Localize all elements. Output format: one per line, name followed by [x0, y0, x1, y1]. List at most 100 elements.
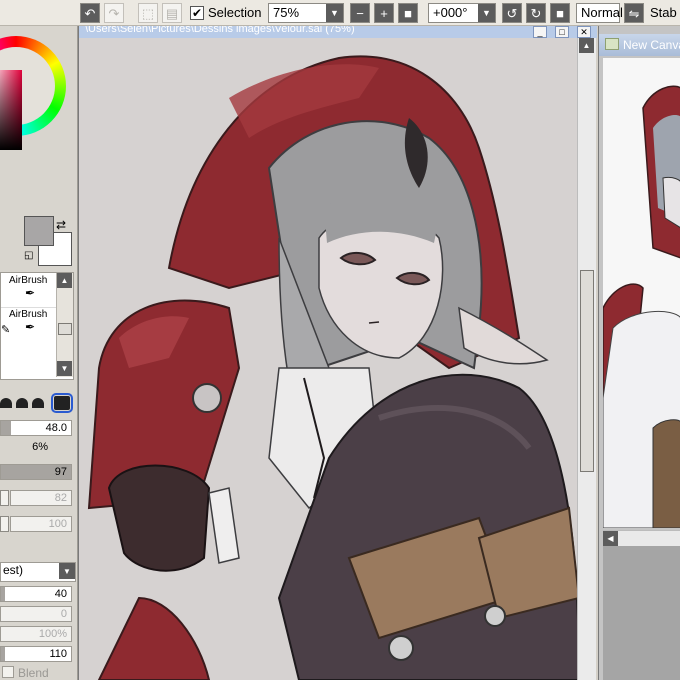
deselect-button[interactable]: ⬚: [138, 3, 158, 23]
scrollbar-thumb[interactable]: [58, 323, 72, 335]
texture-slider-2[interactable]: 100: [10, 516, 72, 532]
undo-button[interactable]: ↶: [80, 3, 100, 23]
rotate-left-icon: ↺: [506, 5, 518, 21]
flip-icon: ⇋: [628, 5, 640, 21]
pencil-icon: ✎: [1, 324, 11, 336]
tool-item-airbrush[interactable]: AirBrush ✒: [9, 275, 47, 300]
min-size-value: 6%: [32, 441, 48, 453]
rotate-right-button[interactable]: ↻: [526, 3, 546, 23]
brush-size-value: 48.0: [45, 422, 67, 434]
pressure-slider[interactable]: 110: [0, 646, 72, 662]
brush-mode-dropdown[interactable]: est) ▼: [0, 562, 76, 582]
blend-mode-dropdown[interactable]: Normal: [576, 3, 623, 23]
canvas-artwork: [79, 38, 579, 680]
scroll-up-icon[interactable]: ▲: [57, 273, 72, 288]
secondary-canvas-artwork: [603, 58, 680, 528]
tool-list-scrollbar[interactable]: ▲ ▼: [56, 273, 73, 377]
brush-size-slider[interactable]: 48.0: [0, 420, 72, 436]
maximize-button[interactable]: □: [555, 26, 569, 38]
selection-label: Selection: [208, 5, 262, 20]
secondary-canvas-scrollbar[interactable]: ◀: [603, 530, 680, 547]
persistence-value: 100%: [38, 628, 67, 640]
scroll-left-icon[interactable]: ◀: [603, 531, 618, 546]
close-button[interactable]: ✕: [577, 26, 591, 38]
blend-checkbox[interactable]: [2, 666, 14, 678]
chevron-down-icon: ▼: [478, 4, 495, 22]
main-canvas-scrollbar[interactable]: ▲: [577, 38, 596, 680]
zoom-in-button[interactable]: +: [374, 3, 394, 23]
invert-selection-button[interactable]: ▤: [162, 3, 182, 23]
transparent-color-icon[interactable]: ◱: [24, 250, 33, 261]
zoom-reset-button[interactable]: ■: [398, 3, 418, 23]
main-window-title: \Users\Selen\Pictures\Dessins images\Vel…: [85, 26, 355, 35]
minus-icon: −: [356, 5, 364, 21]
rotation-dropdown[interactable]: +000° ▼: [428, 3, 496, 23]
main-canvas-window: \Users\Selen\Pictures\Dessins images\Vel…: [78, 26, 597, 680]
redo-button[interactable]: ↷: [104, 3, 124, 23]
texture-value-2: 100: [48, 518, 67, 530]
brush-shape-square[interactable]: [51, 393, 73, 413]
secondary-canvas-window: New Canvas ◀: [598, 26, 680, 680]
tool-label: AirBrush: [9, 309, 48, 320]
blending-slider[interactable]: 40: [0, 586, 72, 602]
texture-slider[interactable]: 82: [10, 490, 72, 506]
flip-button[interactable]: ⇋: [624, 3, 644, 23]
rotation-reset-button[interactable]: ■: [550, 3, 570, 23]
brush-mode-value: est): [3, 563, 24, 577]
zoom-dropdown[interactable]: 75% ▼: [268, 3, 344, 23]
brush-shape-round[interactable]: [32, 398, 44, 408]
square-icon: ■: [556, 5, 564, 21]
maximize-icon: □: [559, 27, 565, 37]
blending-value: 40: [54, 588, 67, 600]
chevron-down-icon: ▼: [59, 563, 75, 579]
texture-checkbox-2[interactable]: [0, 516, 9, 532]
toolbar: ↶ ↷ ⬚ ▤ ✔ Selection 75% ▼ − + ■ +000° ▼ …: [0, 0, 680, 26]
undo-icon: ↶: [84, 5, 96, 21]
brush-shape-selector: [0, 393, 78, 413]
main-window-titlebar: \Users\Selen\Pictures\Dessins images\Vel…: [79, 26, 597, 38]
blend-mode-value: Normal: [581, 5, 623, 20]
tool-label: AirBrush: [9, 275, 48, 286]
persistence-slider[interactable]: 100%: [0, 626, 72, 642]
blend-checkbox-label: Blend: [18, 666, 49, 680]
tool-item-airbrush[interactable]: AirBrush ✒: [9, 309, 47, 334]
secondary-window-titlebar: New Canvas: [599, 34, 680, 56]
canvas-window-icon: [605, 38, 619, 50]
zoom-value: 75%: [273, 5, 300, 20]
invert-selection-icon: ▤: [165, 5, 179, 21]
zoom-out-button[interactable]: −: [350, 3, 370, 23]
brush-shape-round[interactable]: [16, 398, 28, 408]
selection-checkbox[interactable]: ✔: [190, 6, 204, 20]
swap-colors-icon[interactable]: ⇄: [56, 218, 66, 232]
drawing-canvas[interactable]: [79, 38, 579, 680]
texture-checkbox[interactable]: [0, 490, 9, 506]
primary-color-swatch[interactable]: [24, 216, 54, 246]
min-size-slider[interactable]: 6%: [0, 440, 52, 456]
texture-value: 82: [54, 492, 67, 504]
saturation-value-square[interactable]: [0, 70, 22, 150]
secondary-drawing-canvas[interactable]: [603, 58, 680, 528]
scrollbar-thumb[interactable]: [580, 270, 594, 472]
pressure-value: 110: [49, 648, 67, 660]
brush-panel: ⇄ ◱ AirBrush ✒ AirBrush ✒ ✎ ▲ ▼ 48.0 6% …: [0, 26, 78, 680]
airbrush-icon: ✒: [25, 286, 36, 300]
density-slider[interactable]: 97: [0, 464, 72, 480]
rotation-value: +000°: [433, 5, 468, 20]
dilution-slider[interactable]: 0: [0, 606, 72, 622]
scroll-up-icon[interactable]: ▲: [579, 38, 594, 53]
dilution-value: 0: [60, 608, 67, 620]
minimize-icon: _: [537, 27, 543, 37]
secondary-canvas-background: [603, 546, 680, 680]
close-icon: ✕: [580, 26, 588, 37]
chevron-down-icon: ▼: [326, 4, 343, 22]
brush-shape-round[interactable]: [0, 398, 12, 408]
plus-icon: +: [380, 5, 388, 21]
square-icon: ■: [404, 5, 412, 21]
scroll-down-icon[interactable]: ▼: [57, 361, 72, 376]
stabilizer-label: Stab: [650, 5, 677, 20]
redo-icon: ↷: [108, 5, 120, 21]
secondary-window-title: New Canvas: [623, 38, 680, 52]
minimize-button[interactable]: _: [533, 26, 547, 38]
airbrush-icon: ✒: [25, 320, 36, 334]
rotate-left-button[interactable]: ↺: [502, 3, 522, 23]
